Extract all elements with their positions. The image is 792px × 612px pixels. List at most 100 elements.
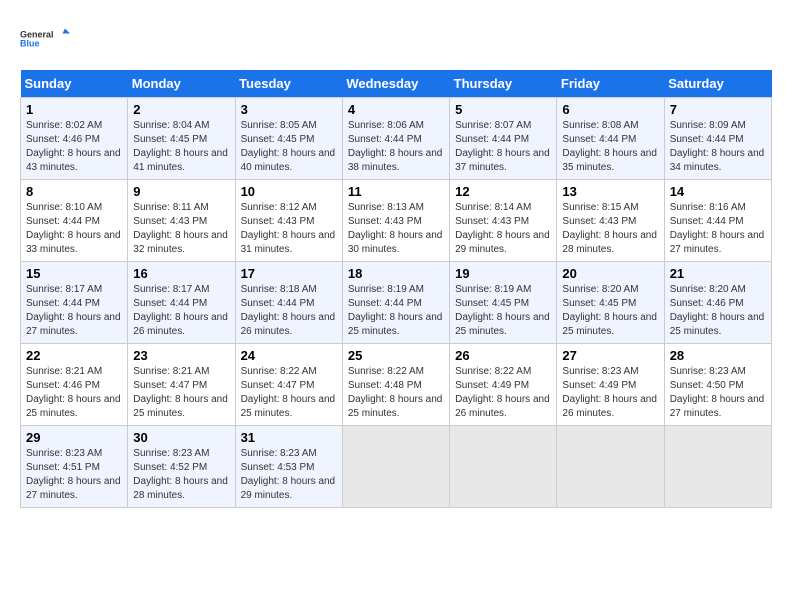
- calendar-cell: 5Sunrise: 8:07 AMSunset: 4:44 PMDaylight…: [450, 98, 557, 180]
- calendar-cell: 15 Sunrise: 8:17 AMSunset: 4:44 PMDayligh…: [21, 262, 128, 344]
- calendar-cell: [450, 426, 557, 508]
- calendar-cell: 16 Sunrise: 8:17 AMSunset: 4:44 PMDayligh…: [128, 262, 235, 344]
- day-info: Sunrise: 8:21 AMSunset: 4:47 PMDaylight:…: [133, 365, 229, 421]
- day-info: Sunrise: 8:15 AMSunset: 4:43 PMDaylight:…: [562, 201, 658, 257]
- day-number: 13: [562, 184, 658, 199]
- day-header-wednesday: Wednesday: [342, 70, 449, 98]
- calendar-cell: [664, 426, 771, 508]
- week-row-4: 22 Sunrise: 8:21 AMSunset: 4:46 PMDayligh…: [21, 344, 772, 426]
- day-info: Sunrise: 8:14 AMSunset: 4:43 PMDaylight:…: [455, 201, 551, 257]
- day-number: 1: [26, 102, 122, 117]
- day-number: 27: [562, 348, 658, 363]
- week-row-3: 15 Sunrise: 8:17 AMSunset: 4:44 PMDayligh…: [21, 262, 772, 344]
- calendar-cell: 19 Sunrise: 8:19 AMSunset: 4:45 PMDayligh…: [450, 262, 557, 344]
- calendar-cell: 3 Sunrise: 8:05 AMSunset: 4:45 PMDaylight…: [235, 98, 342, 180]
- calendar-cell: 6Sunrise: 8:08 AMSunset: 4:44 PMDaylight…: [557, 98, 664, 180]
- day-info: Sunrise: 8:22 AMSunset: 4:49 PMDaylight:…: [455, 365, 551, 421]
- day-number: 15: [26, 266, 122, 281]
- calendar-cell: 20Sunrise: 8:20 AMSunset: 4:45 PMDayligh…: [557, 262, 664, 344]
- day-info: Sunrise: 8:19 AMSunset: 4:45 PMDaylight:…: [455, 283, 551, 339]
- day-info: Sunrise: 8:02 AMSunset: 4:46 PMDaylight:…: [26, 119, 122, 175]
- calendar-cell: 22 Sunrise: 8:21 AMSunset: 4:46 PMDayligh…: [21, 344, 128, 426]
- day-info: Sunrise: 8:10 AMSunset: 4:44 PMDaylight:…: [26, 201, 122, 257]
- calendar-cell: 24 Sunrise: 8:22 AMSunset: 4:47 PMDayligh…: [235, 344, 342, 426]
- svg-text:General: General: [20, 30, 54, 40]
- calendar-cell: 8 Sunrise: 8:10 AMSunset: 4:44 PMDaylight…: [21, 180, 128, 262]
- day-number: 10: [241, 184, 337, 199]
- day-number: 28: [670, 348, 766, 363]
- day-number: 12: [455, 184, 551, 199]
- day-info: Sunrise: 8:17 AMSunset: 4:44 PMDaylight:…: [26, 283, 122, 339]
- day-info: Sunrise: 8:21 AMSunset: 4:46 PMDaylight:…: [26, 365, 122, 421]
- week-row-2: 8 Sunrise: 8:10 AMSunset: 4:44 PMDaylight…: [21, 180, 772, 262]
- day-number: 14: [670, 184, 766, 199]
- day-number: 25: [348, 348, 444, 363]
- day-info: Sunrise: 8:13 AMSunset: 4:43 PMDaylight:…: [348, 201, 444, 257]
- day-number: 9: [133, 184, 229, 199]
- calendar-cell: 27 Sunrise: 8:23 AMSunset: 4:49 PMDayligh…: [557, 344, 664, 426]
- day-number: 22: [26, 348, 122, 363]
- calendar-cell: 12 Sunrise: 8:14 AMSunset: 4:43 PMDayligh…: [450, 180, 557, 262]
- calendar-cell: 30Sunrise: 8:23 AMSunset: 4:52 PMDayligh…: [128, 426, 235, 508]
- day-info: Sunrise: 8:19 AMSunset: 4:44 PMDaylight:…: [348, 283, 444, 339]
- calendar-cell: 23 Sunrise: 8:21 AMSunset: 4:47 PMDayligh…: [128, 344, 235, 426]
- day-number: 3: [241, 102, 337, 117]
- day-info: Sunrise: 8:22 AMSunset: 4:48 PMDaylight:…: [348, 365, 444, 421]
- week-row-5: 29Sunrise: 8:23 AMSunset: 4:51 PMDayligh…: [21, 426, 772, 508]
- day-number: 29: [26, 430, 122, 445]
- day-header-monday: Monday: [128, 70, 235, 98]
- day-number: 16: [133, 266, 229, 281]
- day-number: 5: [455, 102, 551, 117]
- calendar-cell: 7 Sunrise: 8:09 AMSunset: 4:44 PMDaylight…: [664, 98, 771, 180]
- day-number: 31: [241, 430, 337, 445]
- calendar-cell: 9 Sunrise: 8:11 AMSunset: 4:43 PMDaylight…: [128, 180, 235, 262]
- day-number: 30: [133, 430, 229, 445]
- logo-svg: General Blue: [20, 20, 70, 60]
- day-info: Sunrise: 8:06 AMSunset: 4:44 PMDaylight:…: [348, 119, 444, 175]
- calendar-cell: 17 Sunrise: 8:18 AMSunset: 4:44 PMDayligh…: [235, 262, 342, 344]
- day-number: 8: [26, 184, 122, 199]
- day-info: Sunrise: 8:20 AMSunset: 4:46 PMDaylight:…: [670, 283, 766, 339]
- day-header-sunday: Sunday: [21, 70, 128, 98]
- day-info: Sunrise: 8:08 AMSunset: 4:44 PMDaylight:…: [562, 119, 658, 175]
- day-header-tuesday: Tuesday: [235, 70, 342, 98]
- page-header: General Blue: [20, 20, 772, 60]
- day-number: 23: [133, 348, 229, 363]
- calendar-cell: 1 Sunrise: 8:02 AMSunset: 4:46 PMDaylight…: [21, 98, 128, 180]
- calendar-cell: 2Sunrise: 8:04 AMSunset: 4:45 PMDaylight…: [128, 98, 235, 180]
- day-number: 26: [455, 348, 551, 363]
- calendar-cell: 18Sunrise: 8:19 AMSunset: 4:44 PMDayligh…: [342, 262, 449, 344]
- calendar-cell: 21 Sunrise: 8:20 AMSunset: 4:46 PMDayligh…: [664, 262, 771, 344]
- calendar-cell: 31 Sunrise: 8:23 AMSunset: 4:53 PMDayligh…: [235, 426, 342, 508]
- calendar-cell: 11 Sunrise: 8:13 AMSunset: 4:43 PMDayligh…: [342, 180, 449, 262]
- day-info: Sunrise: 8:12 AMSunset: 4:43 PMDaylight:…: [241, 201, 337, 257]
- calendar-cell: 4Sunrise: 8:06 AMSunset: 4:44 PMDaylight…: [342, 98, 449, 180]
- calendar-table: SundayMondayTuesdayWednesdayThursdayFrid…: [20, 70, 772, 508]
- calendar-cell: 14 Sunrise: 8:16 AMSunset: 4:44 PMDayligh…: [664, 180, 771, 262]
- day-info: Sunrise: 8:23 AMSunset: 4:53 PMDaylight:…: [241, 447, 337, 503]
- day-info: Sunrise: 8:23 AMSunset: 4:49 PMDaylight:…: [562, 365, 658, 421]
- day-number: 19: [455, 266, 551, 281]
- day-info: Sunrise: 8:09 AMSunset: 4:44 PMDaylight:…: [670, 119, 766, 175]
- day-info: Sunrise: 8:11 AMSunset: 4:43 PMDaylight:…: [133, 201, 229, 257]
- day-header-thursday: Thursday: [450, 70, 557, 98]
- day-number: 17: [241, 266, 337, 281]
- day-info: Sunrise: 8:16 AMSunset: 4:44 PMDaylight:…: [670, 201, 766, 257]
- day-header-saturday: Saturday: [664, 70, 771, 98]
- day-info: Sunrise: 8:17 AMSunset: 4:44 PMDaylight:…: [133, 283, 229, 339]
- calendar-cell: [342, 426, 449, 508]
- svg-text:Blue: Blue: [20, 39, 40, 49]
- day-info: Sunrise: 8:23 AMSunset: 4:50 PMDaylight:…: [670, 365, 766, 421]
- day-info: Sunrise: 8:05 AMSunset: 4:45 PMDaylight:…: [241, 119, 337, 175]
- day-info: Sunrise: 8:22 AMSunset: 4:47 PMDaylight:…: [241, 365, 337, 421]
- day-info: Sunrise: 8:18 AMSunset: 4:44 PMDaylight:…: [241, 283, 337, 339]
- calendar-cell: 25 Sunrise: 8:22 AMSunset: 4:48 PMDayligh…: [342, 344, 449, 426]
- day-number: 11: [348, 184, 444, 199]
- calendar-cell: [557, 426, 664, 508]
- calendar-cell: 13 Sunrise: 8:15 AMSunset: 4:43 PMDayligh…: [557, 180, 664, 262]
- day-info: Sunrise: 8:20 AMSunset: 4:45 PMDaylight:…: [562, 283, 658, 339]
- day-number: 7: [670, 102, 766, 117]
- day-number: 24: [241, 348, 337, 363]
- day-number: 21: [670, 266, 766, 281]
- calendar-cell: 29Sunrise: 8:23 AMSunset: 4:51 PMDayligh…: [21, 426, 128, 508]
